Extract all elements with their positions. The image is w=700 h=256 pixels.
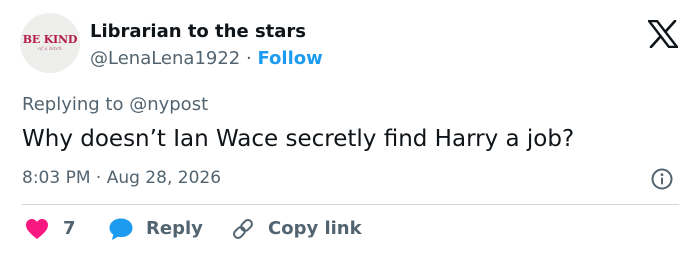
tweet-timestamp[interactable]: 8:03 PM · Aug 28, 2026 (22, 166, 221, 190)
avatar-subtext: of a bitch (38, 46, 62, 52)
handle-separator: · (246, 48, 252, 69)
info-icon[interactable] (650, 167, 674, 191)
speech-bubble-icon (109, 218, 133, 240)
avatar-artwork: BE KIND of a bitch (20, 13, 80, 73)
like-count: 7 (63, 218, 76, 239)
like-button[interactable]: 7 (25, 215, 76, 243)
tweet-text: Why doesn’t Ian Wace secretly find Harry… (22, 126, 575, 152)
copy-link-label: Copy link (268, 218, 362, 239)
follow-button[interactable]: Follow (257, 48, 322, 69)
copy-link-button[interactable]: Copy link (230, 215, 362, 243)
avatar[interactable]: BE KIND of a bitch (20, 13, 80, 73)
author-handle[interactable]: @LenaLena1922 (90, 48, 240, 69)
replying-to-text[interactable]: Replying to @nypost (22, 93, 208, 117)
tweet-card: BE KIND of a bitch Librarian to the star… (0, 0, 700, 256)
avatar-text: BE KIND (22, 33, 78, 46)
reply-button[interactable]: Reply (108, 215, 203, 243)
divider (22, 204, 679, 205)
heart-icon (26, 219, 48, 239)
link-icon (233, 219, 253, 239)
reply-label: Reply (146, 218, 203, 239)
x-logo-icon[interactable] (648, 20, 678, 48)
author-display-name[interactable]: Librarian to the stars (90, 20, 306, 44)
author-handle-row: @LenaLena1922 · Follow (90, 47, 323, 71)
